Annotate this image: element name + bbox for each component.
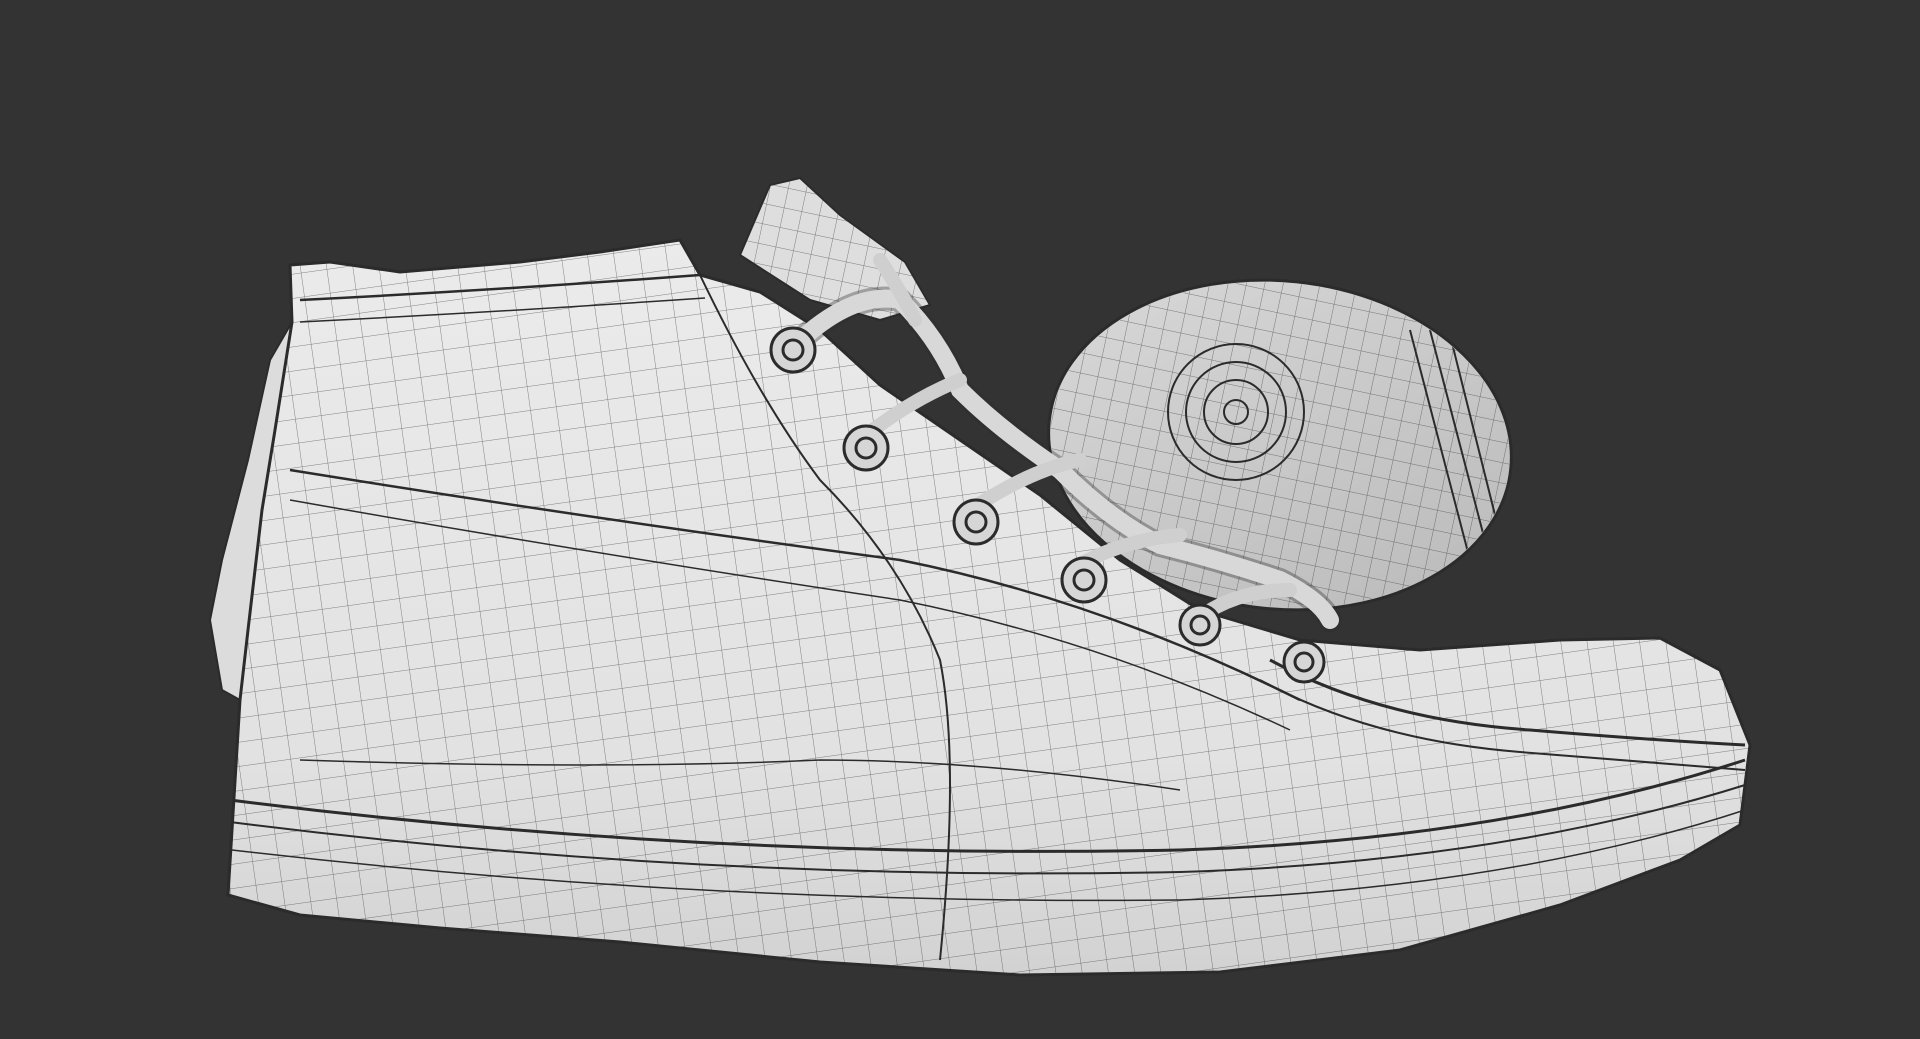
eyelet-icon (1282, 640, 1326, 684)
eyelet-icon (1060, 556, 1108, 604)
high-top-sneaker (226, 238, 1752, 977)
sneaker-render (208, 176, 1752, 977)
eyelet-icon (842, 424, 890, 472)
eyelet-icon (1178, 603, 1222, 647)
eyelet-icon (952, 498, 1000, 546)
3d-viewport (0, 0, 1920, 1039)
eyelet-icon (769, 326, 817, 374)
